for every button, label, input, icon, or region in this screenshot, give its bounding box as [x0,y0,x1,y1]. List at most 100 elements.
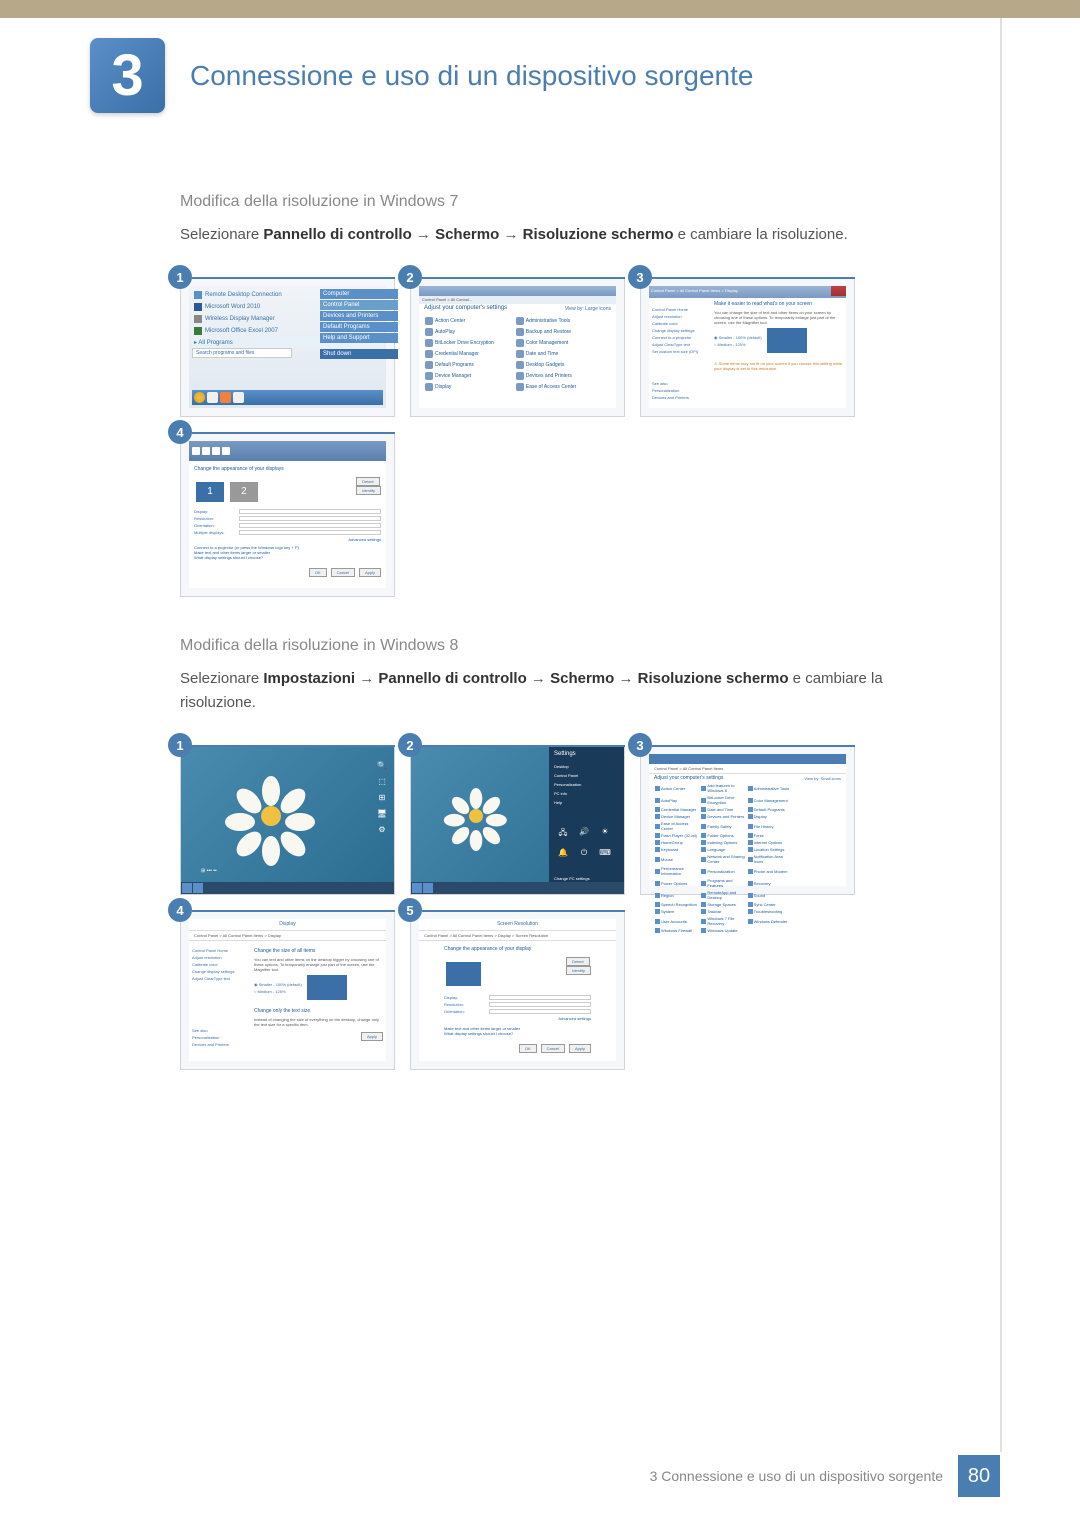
start-right-item[interactable]: Help and Support [320,333,398,343]
cp-item[interactable]: Device Manager [424,371,514,381]
cancel-button[interactable]: Cancel [541,1044,565,1053]
orientation-dropdown[interactable] [239,523,381,528]
taskbar-icon[interactable] [182,883,192,893]
taskbar-icon[interactable] [207,392,218,403]
settings-item[interactable]: Help [554,798,619,807]
display-dropdown[interactable] [239,509,381,514]
sidebar-link[interactable]: Control Panel Home [192,947,247,954]
cp-item[interactable]: Troubleshooting [747,908,793,915]
cp-item[interactable]: Network and Sharing Center [700,853,746,865]
sidebar-link[interactable]: Devices and Printers [192,1041,247,1048]
display-dropdown[interactable] [489,995,591,1000]
identify-button[interactable]: Identify [566,966,591,975]
sidebar-link[interactable]: Devices and Printers [652,394,707,401]
cp-item[interactable]: Color Management [747,794,793,806]
cp-item-display[interactable]: Display [424,382,514,392]
cp-item[interactable]: Credential Manager [424,349,514,359]
resolution-dropdown[interactable] [239,516,381,521]
sidebar-link[interactable]: Set custom text size (DPI) [652,348,707,355]
cp-item[interactable]: Flash Player (32-bit) [654,832,700,839]
cp-item[interactable]: BitLocker Drive Encryption [700,794,746,806]
cp-item[interactable]: Ease of Access Center [654,820,700,832]
cp-item[interactable]: Date and Time [515,349,605,359]
cp-item[interactable]: Default Programs [424,360,514,370]
breadcrumb[interactable]: Control Panel > All Control Panel Items … [419,931,616,941]
cp-item[interactable]: Backup and Restore [515,327,605,337]
search-input[interactable]: Search programs and files [192,348,292,358]
cp-item[interactable]: Display [747,813,793,820]
start-button-icon[interactable] [194,392,205,403]
settings-charm-icon[interactable]: ⚙ [376,825,388,837]
apply-button[interactable]: Apply [361,1032,383,1041]
view-selector[interactable]: View by: Large icons [560,304,616,314]
close-button[interactable] [831,286,846,296]
cp-item[interactable]: Notification Area Icons [747,853,793,865]
cancel-button[interactable]: Cancel [331,568,355,577]
cp-item[interactable]: Default Programs [747,806,793,813]
monitor-2[interactable]: 2 [230,482,258,502]
settings-item[interactable]: PC info [554,789,619,798]
apply-button[interactable]: Apply [359,568,381,577]
cp-item[interactable]: Speech Recognition [654,901,700,908]
search-charm-icon[interactable]: 🔍 [376,761,388,773]
cp-item[interactable]: Date and Time [700,806,746,813]
cp-item[interactable]: Performance Information [654,865,700,877]
cp-item[interactable]: Keyboard [654,846,700,853]
sidebar-link[interactable]: Personalization [192,1034,247,1041]
view-selector[interactable]: View by: Small icons [799,774,846,783]
taskbar-icon[interactable] [220,392,231,403]
cp-item[interactable]: Administrative Tools [515,316,605,326]
cp-item[interactable]: Phone and Modem [747,865,793,877]
cp-item[interactable]: Programs and Features [700,877,746,889]
radio-option[interactable]: ○ Medium - 125% [714,341,762,348]
settings-control-panel[interactable]: Control Panel [554,771,619,780]
cp-item[interactable]: Folder Options [700,832,746,839]
apply-button[interactable]: Apply [569,1044,591,1053]
devices-charm-icon[interactable]: 🖥 [376,809,388,821]
cp-item[interactable]: Action Center [424,316,514,326]
settings-item[interactable]: Personalization [554,780,619,789]
cp-item[interactable]: Personalization [700,865,746,877]
cp-item[interactable]: RemoteApp and Desktop [700,889,746,901]
cp-item[interactable]: Mouse [654,853,700,865]
share-charm-icon[interactable]: ⬚ [376,777,388,789]
cp-item[interactable]: Windows Firewall [654,927,700,934]
sidebar-link[interactable]: Adjust resolution [192,954,247,961]
cp-item[interactable]: Internet Options [747,839,793,846]
cp-item[interactable]: File History [747,820,793,832]
cp-item[interactable]: Recovery [747,877,793,889]
monitor-1[interactable]: 1 [196,482,224,502]
cp-item[interactable]: Devices and Printers [700,813,746,820]
start-right-item[interactable]: Computer [320,289,398,299]
ok-button[interactable]: OK [519,1044,537,1053]
cp-item[interactable]: AutoPlay [654,794,700,806]
sidebar-link[interactable]: Adjust ClearType text [192,975,247,982]
network-icon[interactable]: 🖧 [554,827,572,845]
sidebar-link[interactable]: Change display settings [192,968,247,975]
breadcrumb[interactable]: Control Panel > All Control Panel Items … [649,286,846,298]
cp-item[interactable]: Ease of Access Center [515,382,605,392]
volume-icon[interactable]: 🔊 [575,827,593,845]
cp-item[interactable]: Credential Manager [654,806,700,813]
cp-item[interactable]: Fonts [747,832,793,839]
cp-item[interactable]: Storage Spaces [700,901,746,908]
breadcrumb[interactable]: Control Panel > All Control Panel Items … [189,931,386,941]
detect-button[interactable]: Detect [356,477,380,486]
cp-item[interactable]: BitLocker Drive Encryption [424,338,514,348]
cp-item[interactable]: Add features to Windows 8 [700,782,746,794]
start-right-item[interactable]: Devices and Printers [320,311,398,321]
radio-option[interactable]: ◉ Smaller - 100% (default) [254,981,302,988]
cp-item[interactable]: Windows 7 File Recovery [700,915,746,927]
cp-item[interactable]: Indexing Options [700,839,746,846]
cp-item[interactable]: Language [700,846,746,853]
cp-item[interactable]: Color Management [515,338,605,348]
notifications-icon[interactable]: 🔔 [554,848,572,866]
settings-item[interactable]: Desktop [554,762,619,771]
sidebar-link[interactable]: Adjust resolution [652,313,707,320]
orientation-dropdown[interactable] [489,1009,591,1014]
advanced-link[interactable]: Advanced settings [194,537,381,542]
radio-option[interactable]: ○ Medium - 125% [254,988,302,995]
advanced-link[interactable]: Advanced settings [444,1016,591,1021]
sidebar-link[interactable]: Adjust ClearType text [652,341,707,348]
monitor-1[interactable] [446,962,481,986]
